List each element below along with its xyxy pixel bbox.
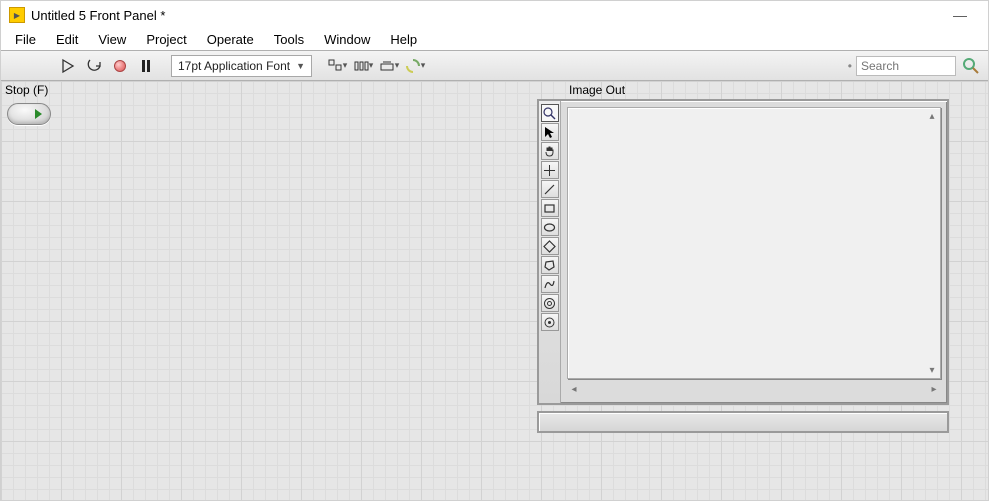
menu-tools[interactable]: Tools — [264, 29, 314, 50]
image-tool-pointer[interactable] — [541, 123, 559, 141]
font-dropdown[interactable]: 17pt Application Font ▼ — [171, 55, 312, 77]
chevron-down-icon: ▾ — [395, 60, 400, 71]
scroll-left-icon[interactable]: ◂ — [567, 382, 581, 396]
abort-button[interactable] — [109, 55, 131, 77]
search-input[interactable] — [856, 56, 956, 76]
chevron-down-icon: ▼ — [296, 61, 305, 71]
image-tool-line[interactable] — [541, 180, 559, 198]
chevron-down-icon: ▾ — [343, 60, 348, 71]
menu-view[interactable]: View — [88, 29, 136, 50]
image-display-area[interactable]: ▴ ▾ — [567, 107, 941, 379]
image-out-indicator: ▴ ▾ ◂ ▸ — [537, 99, 949, 433]
pause-button[interactable] — [135, 55, 157, 77]
app-icon — [9, 7, 25, 23]
image-tool-freehand[interactable] — [541, 275, 559, 293]
play-icon — [35, 109, 42, 119]
menu-operate[interactable]: Operate — [197, 29, 264, 50]
menu-window[interactable]: Window — [314, 29, 380, 50]
hscrollbar[interactable] — [581, 386, 927, 392]
image-tool-palette — [539, 101, 561, 403]
scroll-up-icon[interactable]: ▴ — [926, 110, 938, 122]
menu-help[interactable]: Help — [380, 29, 427, 50]
image-tool-rectangle[interactable] — [541, 199, 559, 217]
search-icon[interactable] — [960, 55, 982, 77]
image-out-label: Image Out — [569, 83, 625, 97]
resize-objects-button[interactable]: ▾ — [378, 55, 400, 77]
scroll-right-icon[interactable]: ▸ — [927, 382, 941, 396]
run-continuous-button[interactable] — [83, 55, 105, 77]
image-tool-oval[interactable] — [541, 218, 559, 236]
font-dropdown-label: 17pt Application Font — [178, 59, 290, 73]
image-tool-rotated-rect[interactable] — [541, 237, 559, 255]
chevron-down-icon: ▾ — [421, 60, 426, 71]
menubar: File Edit View Project Operate Tools Win… — [1, 29, 988, 51]
image-tool-zoom[interactable] — [541, 104, 559, 122]
minimize-button[interactable]: — — [940, 3, 980, 27]
front-panel-canvas[interactable]: Stop (F) Image Out — [1, 81, 988, 500]
run-button[interactable] — [57, 55, 79, 77]
image-out-status-bar — [537, 411, 949, 433]
chevron-down-icon: ▾ — [369, 60, 374, 71]
toolbar: 17pt Application Font ▼ ▾ ▾ ▾ ▾ • — [1, 51, 988, 81]
image-tool-point[interactable] — [541, 313, 559, 331]
reorder-button[interactable]: ▾ — [404, 55, 426, 77]
separator-dot: • — [848, 59, 852, 73]
align-objects-button[interactable]: ▾ — [326, 55, 348, 77]
scroll-down-icon[interactable]: ▾ — [926, 364, 938, 376]
image-tool-crosshair[interactable] — [541, 161, 559, 179]
window-title: Untitled 5 Front Panel * — [31, 8, 940, 23]
distribute-objects-button[interactable]: ▾ — [352, 55, 374, 77]
menu-file[interactable]: File — [5, 29, 46, 50]
image-tool-pan[interactable] — [541, 142, 559, 160]
image-tool-polygon[interactable] — [541, 256, 559, 274]
menu-project[interactable]: Project — [136, 29, 196, 50]
stop-button[interactable] — [7, 103, 51, 125]
menu-edit[interactable]: Edit — [46, 29, 88, 50]
image-tool-annulus[interactable] — [541, 294, 559, 312]
stop-control-label: Stop (F) — [5, 83, 48, 97]
